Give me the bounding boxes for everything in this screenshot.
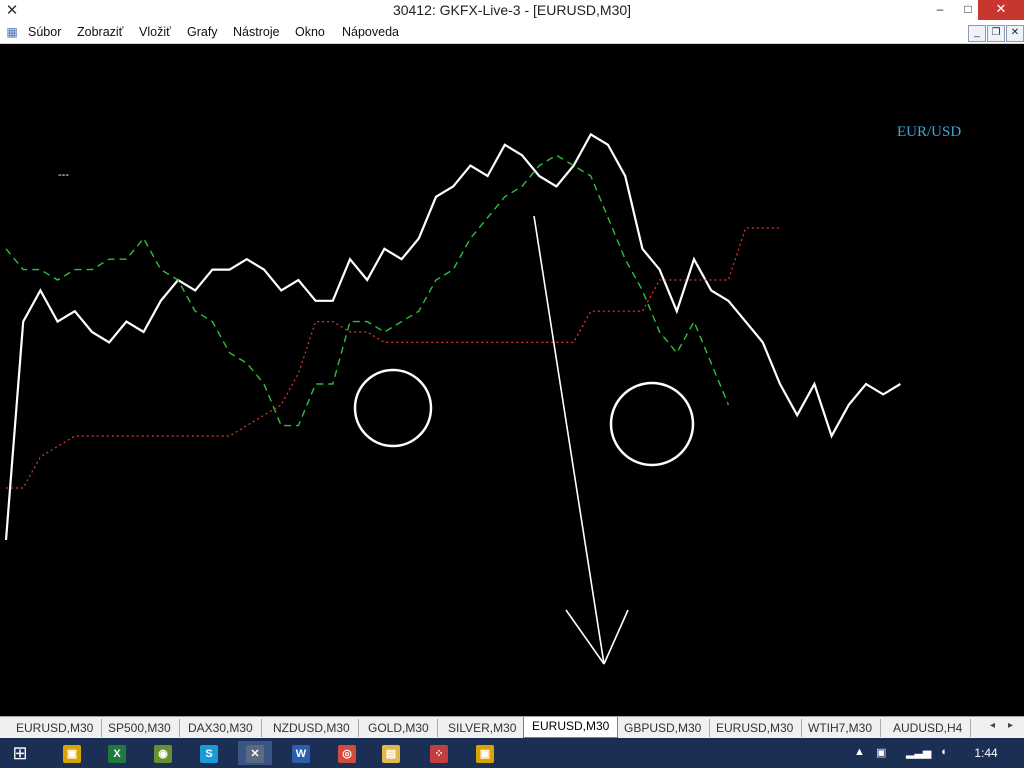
signal-icon[interactable]: ▂▃▅ (906, 746, 931, 759)
annotation-arrow-shaft (533, 215, 605, 665)
windows-taskbar: ⊞ ▣ X ◉ S ✕ W ◎ ▤ ⁘ ▣ ▲ ▣ ▂▃▅ ◖ 1:44 (0, 738, 1024, 768)
tab-silver-m30[interactable]: SILVER,M30 (440, 719, 526, 737)
tab-scroll-left-icon[interactable]: ◂ (990, 720, 995, 731)
close-window-button[interactable]: ✕ (978, 0, 1024, 20)
metatrader-icon[interactable]: ✕ (238, 741, 272, 765)
chrome-icon[interactable]: ◎ (330, 741, 364, 765)
minimize-window-button[interactable]: – (926, 0, 954, 20)
series-line-dashed-green (5, 154, 730, 427)
series-line-solid-white (4, 132, 901, 541)
folder-icon-glyph: ▤ (382, 745, 400, 763)
series-line-dotted-red (6, 227, 780, 489)
word-icon-glyph: W (292, 745, 310, 763)
metatrader-icon-glyph: ✕ (246, 745, 264, 763)
taskbar-clock[interactable]: 1:44 (966, 746, 1006, 760)
chart-close-button[interactable]: ✕ (1006, 25, 1024, 42)
series-layer (4, 132, 901, 541)
dots-app-icon[interactable]: ⁘ (422, 741, 456, 765)
tab-dax30-m30[interactable]: DAX30,M30 (180, 719, 262, 737)
annotation-arrow-head-right (603, 609, 629, 665)
menu-bar: ▦ Súbor Zobraziť Vložiť Grafy Nástroje O… (0, 22, 1024, 44)
tab-sp500-m30[interactable]: SP500,M30 (100, 719, 180, 737)
title-bar: ✕ 30412: GKFX-Live-3 - [EURUSD,M30] – □ … (0, 0, 1024, 23)
skype-icon[interactable]: S (192, 741, 226, 765)
word-icon[interactable]: W (284, 741, 318, 765)
file-manager-icon-glyph: ▣ (63, 745, 81, 763)
window-title: 30412: GKFX-Live-3 - [EURUSD,M30] (392, 2, 632, 18)
volume-icon[interactable]: ◖ (940, 746, 947, 758)
tab-eurusd-m30-3[interactable]: EURUSD,M30 (708, 719, 803, 737)
tab-wtih7-m30[interactable]: WTIH7,M30 (800, 719, 882, 737)
excel-icon[interactable]: X (100, 741, 134, 765)
skype-icon-glyph: S (200, 745, 218, 763)
menu-nastroje[interactable]: Nástroje (233, 25, 280, 39)
folder-icon[interactable]: ▤ (374, 741, 408, 765)
chart-tab-bar: EURUSD,M30 SP500,M30 DAX30,M30 NZDUSD,M3… (0, 716, 1024, 739)
menu-zobrazit[interactable]: Zobraziť (77, 25, 123, 39)
dots-app-icon-glyph: ⁘ (430, 745, 448, 763)
chart-document-icon[interactable]: ▦ (5, 25, 19, 39)
chart-canvas[interactable]: --- EUR/USD (0, 44, 1024, 716)
symbol-label: EUR/USD (897, 124, 962, 140)
tab-gbpusd-m30[interactable]: GBPUSD,M30 (616, 719, 711, 737)
excel-icon-glyph: X (108, 745, 126, 763)
screen-app-icon[interactable]: ▣ (468, 741, 502, 765)
tab-gold-m30[interactable]: GOLD,M30 (360, 719, 438, 737)
annotation-layer (353, 215, 695, 665)
chrome-icon-glyph: ◎ (338, 745, 356, 763)
chart-plot[interactable]: --- (0, 44, 1024, 716)
tab-audusd-h4[interactable]: AUDUSD,H4 (885, 719, 972, 737)
menu-okno[interactable]: Okno (295, 25, 325, 39)
dash-label: --- (58, 169, 69, 181)
menu-grafy[interactable]: Grafy (187, 25, 218, 39)
menu-subor[interactable]: Súbor (28, 25, 61, 39)
globe-app-icon[interactable]: ◉ (146, 741, 180, 765)
tray-app-icon[interactable]: ▣ (876, 746, 886, 759)
tab-nzdusd-m30[interactable]: NZDUSD,M30 (265, 719, 359, 737)
windows-start-icon[interactable]: ⊞ (6, 743, 34, 763)
annotation-arrow-head-left (565, 609, 605, 665)
annotation-circle-left (353, 368, 433, 448)
tab-eurusd-m30-active[interactable]: EURUSD,M30 (523, 717, 619, 738)
screen-app-icon-glyph: ▣ (476, 745, 494, 763)
file-manager-icon[interactable]: ▣ (55, 741, 89, 765)
annotation-circle-right (609, 381, 695, 467)
chart-minimize-button[interactable]: _ (968, 25, 986, 42)
menu-vlozit[interactable]: Vložiť (139, 25, 171, 39)
tab-scroll-right-icon[interactable]: ▸ (1008, 720, 1013, 731)
tray-up-arrow-icon[interactable]: ▲ (854, 746, 865, 758)
menu-napoveda[interactable]: Nápoveda (342, 25, 399, 39)
globe-app-icon-glyph: ◉ (154, 745, 172, 763)
tab-eurusd-m30-1[interactable]: EURUSD,M30 (8, 719, 103, 737)
chart-restore-button[interactable]: ❐ (987, 25, 1005, 42)
